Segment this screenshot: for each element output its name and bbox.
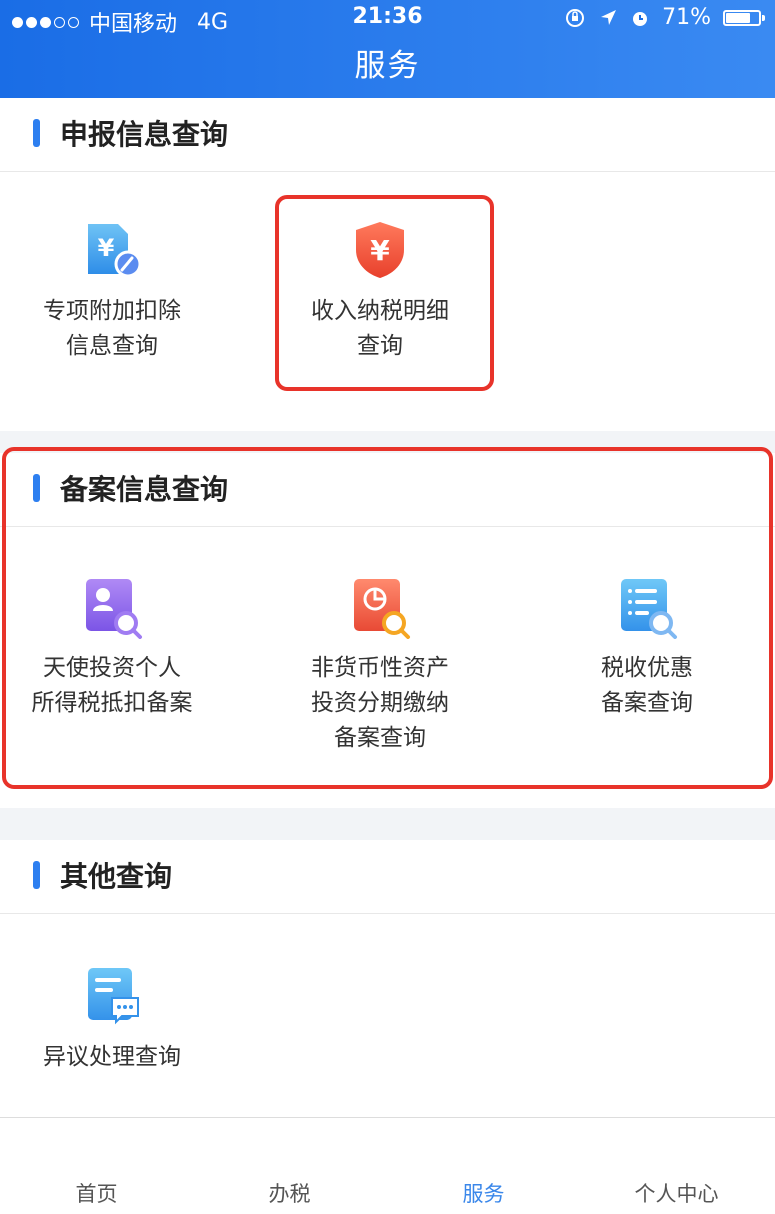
service-item-label: 专项附加扣除 信息查询 [43,298,181,359]
tab-home[interactable]: 首页 [0,1178,193,1208]
rotation-lock-icon [566,8,585,27]
svg-text:¥: ¥ [98,234,115,262]
section-header: 申报信息查询 [0,98,775,172]
service-item-objection-handling[interactable]: 异议处理查询 [0,964,232,1075]
service-item-special-deduction[interactable]: ¥ 专项附加扣除 信息查询 [0,218,232,364]
section-header: 其他查询 [0,840,775,914]
battery-percent: 71% [662,5,711,30]
location-arrow-icon [601,9,617,25]
tab-personal-center[interactable]: 个人中心 [580,1178,773,1208]
tab-tax-handling[interactable]: 办税 [193,1178,386,1208]
section-title: 其他查询 [60,860,173,893]
document-chat-icon [80,964,144,1028]
status-right: 71% [564,5,765,30]
highlight-box-income-tax-detail [275,195,494,391]
service-item-label: 异议处理查询 [43,1044,181,1070]
bottom-tab-bar: 首页 办税 服务 个人中心 [0,1117,775,1214]
battery-icon [723,9,765,26]
top-bar: 中国移动 4G 21:36 71% 服务 [0,0,775,98]
section-other-query: 其他查询 异议处理查询 [0,840,775,1117]
section-title: 申报信息查询 [60,118,229,151]
highlight-box-filing-query [2,447,773,789]
section-accent-bar [33,861,40,889]
section-accent-bar [33,119,40,147]
alarm-icon [633,11,648,26]
tab-services[interactable]: 服务 [387,1178,580,1208]
status-bar: 中国移动 4G 21:36 71% [0,0,775,37]
page-title: 服务 [354,48,421,84]
yuan-document-edit-icon: ¥ [80,218,144,282]
